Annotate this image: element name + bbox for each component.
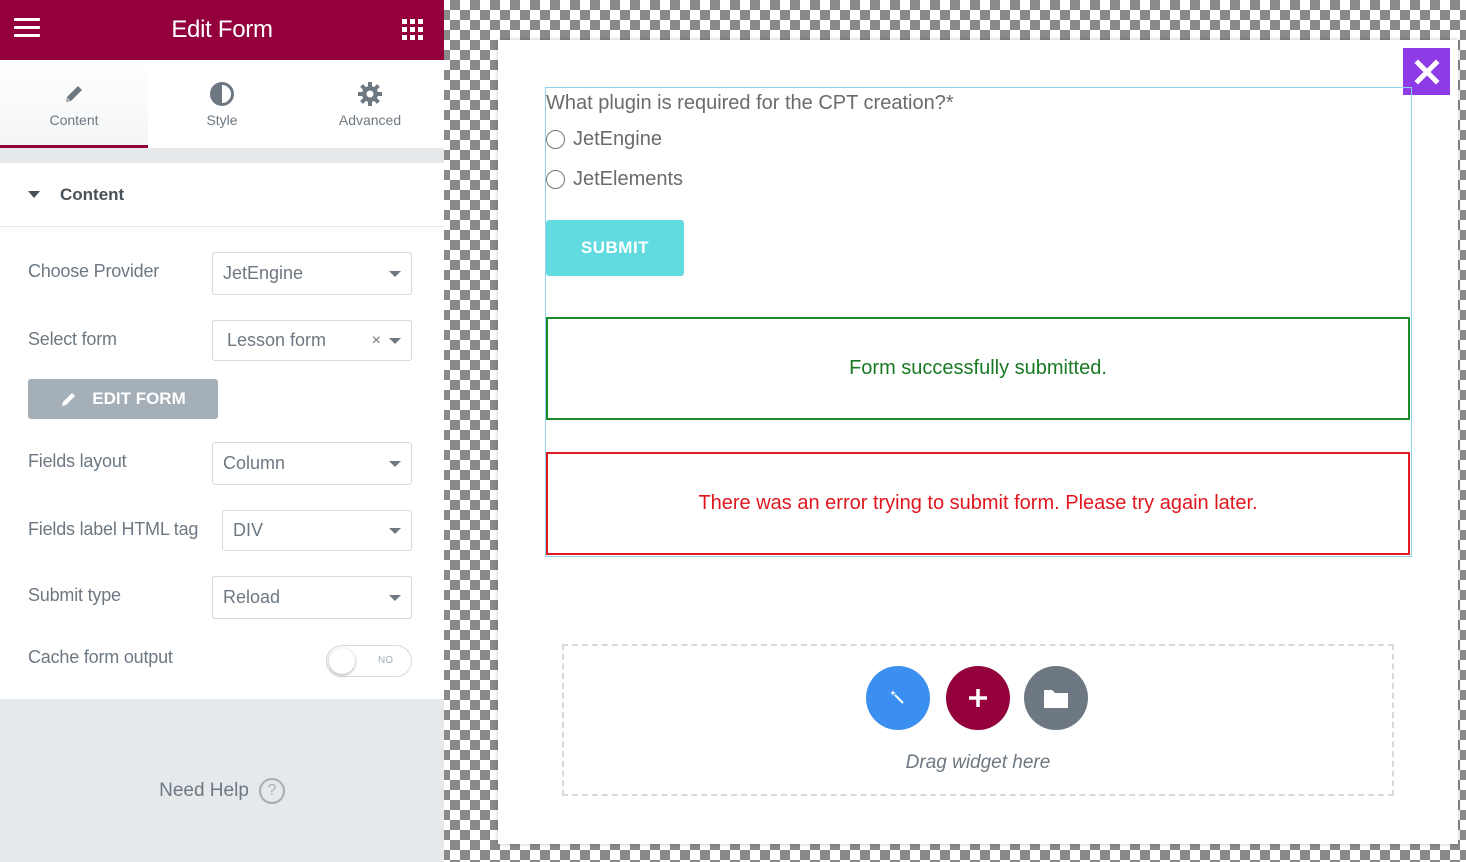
provider-select[interactable]: JetEngine	[212, 252, 412, 295]
toggle-knob	[329, 648, 355, 674]
select-form-label: Select form	[28, 329, 117, 349]
tab-content-label: Content	[49, 112, 99, 128]
error-message-text: There was an error trying to submit form…	[698, 492, 1258, 514]
fields-layout-label: Fields layout	[28, 451, 127, 471]
half-circle-icon	[209, 80, 235, 108]
cache-label: Cache form output	[28, 647, 173, 667]
submit-type-value: Reload	[223, 587, 281, 607]
form-question: What plugin is required for the CPT crea…	[546, 92, 954, 114]
dropzone-text: Drag widget here	[905, 752, 1051, 773]
select-form-select[interactable]: Lesson form ×	[212, 320, 412, 361]
submit-type-select[interactable]: Reload	[212, 576, 412, 619]
label-tag-label: Fields label HTML tag	[28, 519, 199, 539]
radio-button[interactable]	[546, 130, 565, 149]
magic-wand-button[interactable]	[866, 666, 930, 730]
cache-toggle[interactable]: NO	[326, 645, 412, 677]
provider-label: Choose Provider	[28, 261, 160, 281]
gear-icon	[357, 80, 383, 108]
tab-style-label: Style	[206, 112, 238, 128]
close-icon	[1413, 58, 1440, 85]
toggle-state-text: NO	[378, 655, 393, 666]
chevron-down-icon	[389, 594, 401, 601]
select-form-value: Lesson form	[227, 330, 327, 350]
submit-button[interactable]: SUBMIT	[546, 220, 684, 276]
tab-advanced[interactable]: Advanced	[296, 60, 444, 148]
widgets-grid-icon[interactable]	[402, 19, 424, 40]
chevron-down-icon	[389, 337, 401, 344]
controls-area: Choose Provider JetEngine Select form Le…	[0, 227, 444, 699]
caret-down-icon	[28, 191, 40, 198]
chevron-down-icon	[389, 270, 401, 277]
content-section-toggle[interactable]: Content	[0, 163, 444, 227]
panel-header: Edit Form	[0, 0, 444, 60]
success-message-text: Form successfully submitted.	[849, 357, 1107, 379]
radio-label: JetEngine	[573, 128, 662, 150]
tab-advanced-label: Advanced	[338, 112, 402, 128]
label-tag-value: DIV	[233, 520, 264, 540]
submit-type-label: Submit type	[28, 585, 121, 605]
plus-icon	[969, 689, 987, 707]
radio-option-jetengine[interactable]: JetEngine	[546, 128, 662, 151]
clear-icon[interactable]: ×	[372, 332, 381, 350]
error-message: There was an error trying to submit form…	[546, 452, 1410, 555]
folder-icon	[1044, 690, 1068, 708]
provider-value: JetEngine	[223, 263, 304, 283]
edit-form-label: EDIT FORM	[92, 389, 186, 408]
radio-button[interactable]	[546, 170, 565, 189]
template-library-button[interactable]	[1024, 666, 1088, 730]
panel-title: Edit Form	[171, 16, 273, 43]
pencil-icon	[60, 390, 78, 408]
radio-option-jetelements[interactable]: JetElements	[546, 168, 683, 191]
fields-layout-select[interactable]: Column	[212, 442, 412, 485]
chevron-down-icon	[389, 527, 401, 534]
pencil-icon	[62, 80, 86, 108]
add-widget-button[interactable]	[946, 666, 1010, 730]
success-message: Form successfully submitted.	[546, 317, 1410, 420]
edit-form-button[interactable]: EDIT FORM	[28, 379, 218, 419]
need-help-link[interactable]: Need Help ?	[0, 778, 444, 804]
chevron-down-icon	[389, 460, 401, 467]
section-title: Content	[60, 184, 125, 204]
question-circle-icon: ?	[258, 778, 285, 804]
tab-content[interactable]: Content	[0, 60, 148, 148]
radio-label: JetElements	[573, 168, 684, 190]
tab-style[interactable]: Style	[148, 60, 296, 148]
hamburger-menu-icon[interactable]	[14, 18, 40, 40]
magic-wand-icon	[890, 690, 904, 704]
label-tag-select[interactable]: DIV	[222, 510, 412, 551]
need-help-label: Need Help	[159, 780, 249, 801]
editor-panel: Edit Form Content Style Advanced Content…	[0, 0, 444, 862]
panel-tabs: Content Style Advanced	[0, 60, 444, 148]
fields-layout-value: Column	[223, 453, 286, 473]
